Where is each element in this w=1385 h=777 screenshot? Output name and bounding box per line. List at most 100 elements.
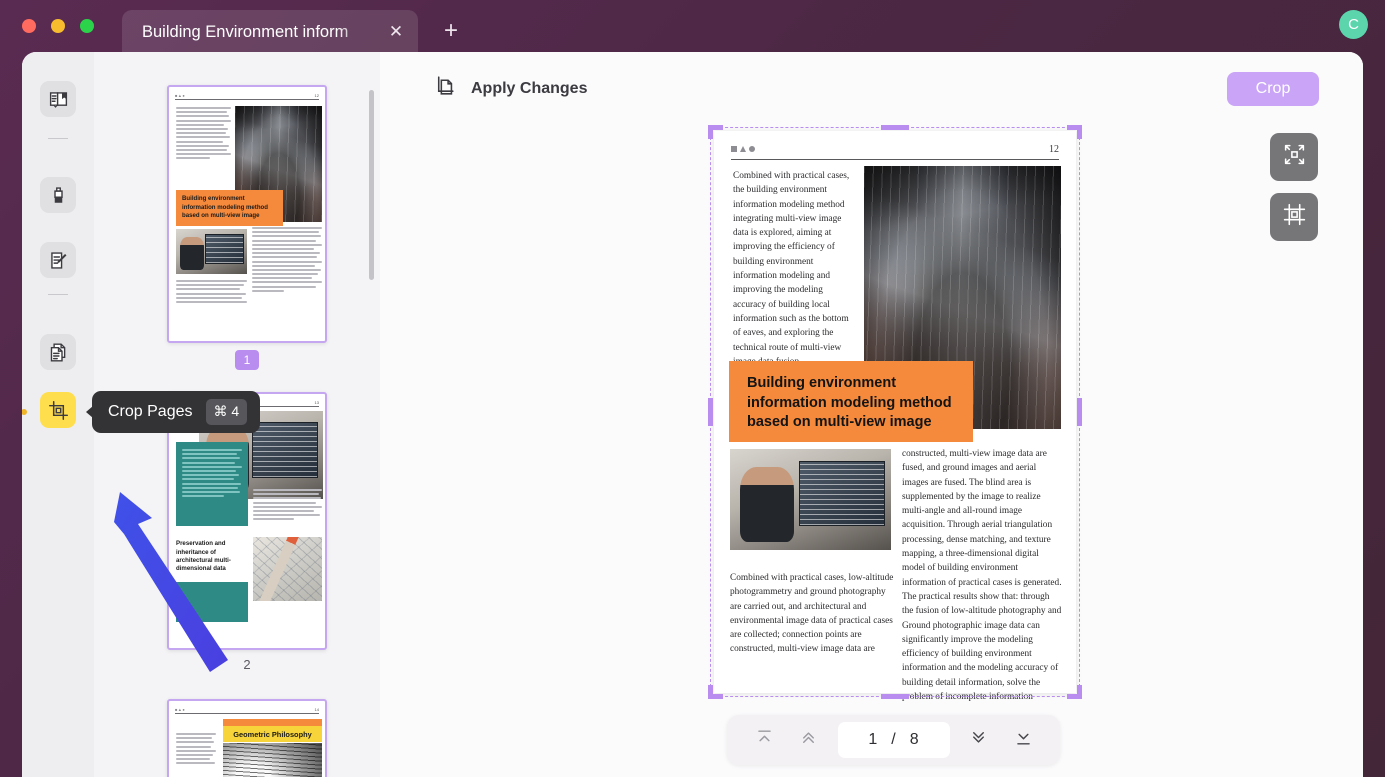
first-page-icon [755,728,774,752]
sidebar-item-highlight[interactable] [40,177,76,213]
page-title-text: Building environment information modelin… [747,375,952,430]
close-window-button[interactable] [22,19,36,33]
mini-title-band: Building environment information modelin… [176,190,283,226]
app-body: Crop Pages ⌘ 4 ■▲● 12 Building environme… [22,52,1363,777]
total-pages-value: 8 [909,731,919,748]
page-paragraph-left: Combined with practical cases, the build… [733,171,850,367]
thumbnail-preview[interactable]: ■▲● 12 Building environment information … [167,85,327,343]
current-page-value: 1 [868,731,878,748]
crop-pages-tooltip: Crop Pages ⌘ 4 [85,391,261,433]
marker-pen-icon [48,185,69,206]
crop-handle-top-left-v[interactable] [708,125,713,139]
mini-header-page-number: 13 [314,400,319,405]
crop-page-icon [433,74,458,104]
thumbnail-page-1[interactable]: ■▲● 12 Building environment information … [167,85,327,370]
previous-page-icon [799,728,818,752]
tool-rail [22,52,94,777]
mini-teal-block-2 [176,582,248,622]
mini-header-page-number: 12 [314,93,319,98]
thumbnail-page-2[interactable]: ■▲● 13 [167,392,327,672]
page-paragraph-bottom-left: Combined with practical cases, low-altit… [730,573,894,655]
fit-to-screen-button[interactable] [1270,133,1318,181]
mini-text-block-right [252,227,322,294]
triangle-glyph-icon [740,146,746,152]
tooltip-label: Crop Pages [108,403,193,420]
last-page-icon [1014,728,1033,752]
first-page-button[interactable] [749,725,779,755]
person-at-desk-photo [730,449,891,550]
crop-handle-top-center[interactable] [881,125,909,130]
book-icon [48,89,69,110]
mini-header: ■▲● 12 [175,92,319,100]
tab-title: Building Environment inform [142,23,349,41]
rail-active-marker [22,409,27,415]
mini-title-band: Preservation and inheritance of architec… [176,540,231,573]
mini-title-band: Geometric Philosophy [223,726,322,742]
rail-divider [48,138,68,139]
rail-divider [48,294,68,295]
page-canvas[interactable]: 12 Combined with practical cases, the bu… [708,125,1082,702]
copy-pages-icon [48,342,69,363]
crop-icon [48,400,69,421]
crop-handle-top-right-v[interactable] [1077,125,1082,139]
mini-text-block [176,107,231,161]
minimize-window-button[interactable] [51,19,65,33]
thumbnail-page-number: 1 [235,350,259,370]
sidebar-item-crop-pages[interactable] [40,392,76,428]
crop-button[interactable]: Crop [1227,72,1319,106]
mini-photo-bottom [176,229,247,274]
page-header: 12 [731,144,1059,160]
document-tab[interactable]: Building Environment inform ✕ [122,10,418,52]
sidebar-item-read-mode[interactable] [40,81,76,117]
tooltip-shortcut: ⌘ 4 [205,399,248,425]
window-controls [22,19,94,33]
circle-glyph-icon [749,146,755,152]
apply-changes-label: Apply Changes [471,80,588,97]
thumbnail-scrollbar[interactable] [369,90,374,280]
app-window: Building Environment inform ✕ + C Crop P… [0,0,1385,777]
mini-text-block [176,733,216,767]
edit-document-icon [48,250,69,271]
page-header-number: 12 [1049,144,1059,155]
crop-handle-bottom-right-v[interactable] [1077,685,1082,699]
title-bar: Building Environment inform ✕ + C [0,0,1385,60]
page-number-input[interactable]: 1 / 8 [837,722,950,758]
mini-header-glyphs: ■▲● [175,707,186,712]
page-navigation-bar: 1 / 8 [727,715,1060,765]
mini-photo-top [223,743,322,777]
document-viewer: Apply Changes Crop 12 Combined with prac… [380,52,1363,777]
mini-teal-block [176,442,248,526]
thumbnail-page-3[interactable]: ■▲● 14 Geometric Philosophy [167,699,327,777]
thumbnail-preview[interactable]: ■▲● 14 Geometric Philosophy [167,699,327,777]
sidebar-item-organize-pages[interactable] [40,334,76,370]
plus-icon[interactable]: + [438,18,464,44]
crop-handle-middle-left[interactable] [708,398,713,426]
expand-arrows-icon [1282,142,1307,172]
next-page-button[interactable] [964,725,994,755]
crop-handle-middle-right[interactable] [1077,398,1082,426]
mini-photo-bottom [253,537,322,601]
thumbnail-page-number: 2 [243,657,251,672]
crop-frame-button[interactable] [1270,193,1318,241]
maximize-window-button[interactable] [80,19,94,33]
crop-handle-bottom-left-v[interactable] [708,685,713,699]
viewer-toolbar: Apply Changes Crop [380,52,1363,124]
avatar[interactable]: C [1339,10,1368,39]
page-title-band: Building environment information modelin… [729,361,973,442]
mini-header-page-number: 14 [314,707,319,712]
last-page-button[interactable] [1008,725,1038,755]
close-icon[interactable]: ✕ [386,22,406,42]
mini-text-block-right [253,489,322,523]
document-page[interactable]: 12 Combined with practical cases, the bu… [714,131,1076,702]
page-header-glyphs [731,146,755,152]
mini-text-block-bottom [176,280,247,305]
mini-header: ■▲● 14 [175,706,319,714]
page-separator: / [891,731,896,748]
mini-accent-bar [223,719,322,726]
mini-header-glyphs: ■▲● [175,93,186,98]
previous-page-button[interactable] [793,725,823,755]
sidebar-item-annotate[interactable] [40,242,76,278]
crop-handle-bottom-center[interactable] [881,694,909,699]
page-paragraph-right: constructed, multi-view image data are f… [902,449,1062,703]
apply-changes-button[interactable]: Apply Changes [433,74,587,104]
